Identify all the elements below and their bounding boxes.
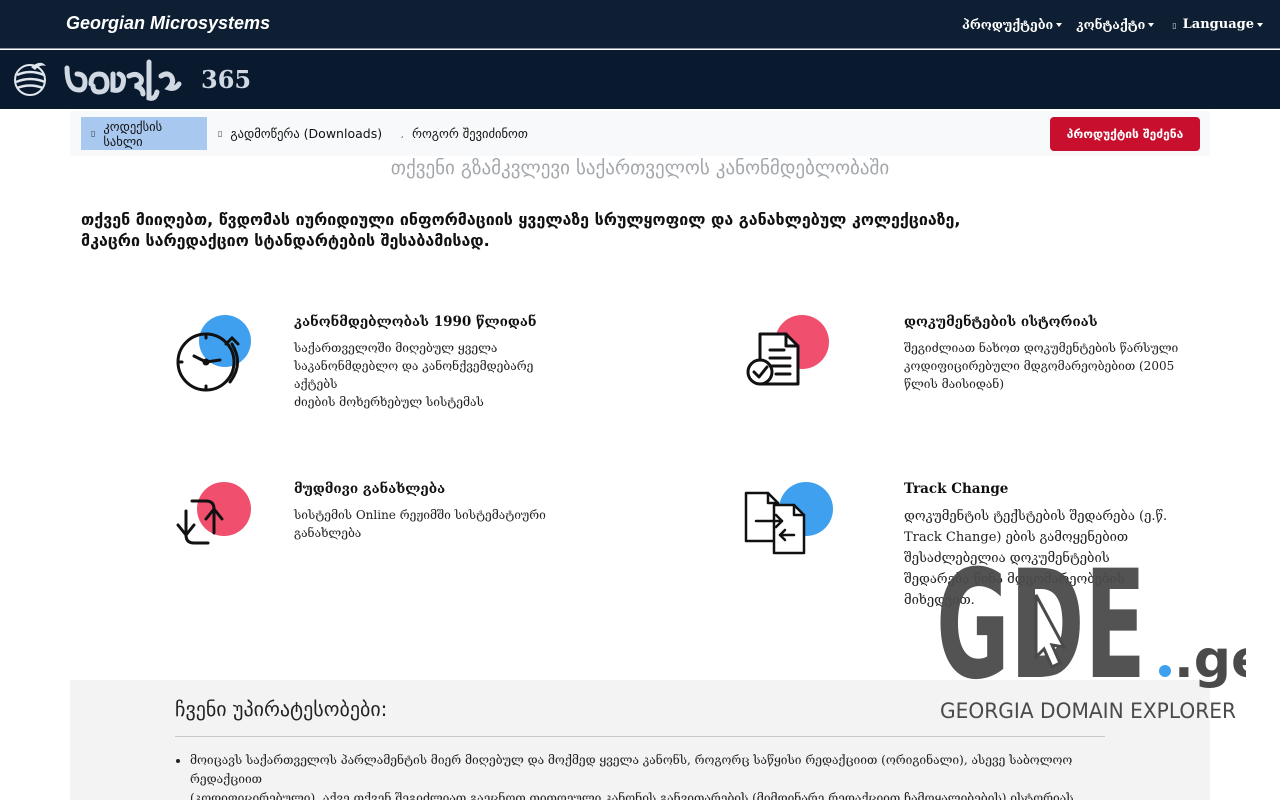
intro-text: თქვენ მიიღებთ, წვდომას იურიდიული ინფორმა… — [81, 209, 1081, 251]
kodex-365-label: 365 — [201, 65, 252, 94]
subnav-item-home[interactable]: ▯ კოდექსის სახლი — [81, 117, 207, 150]
home-icon: ▯ — [91, 129, 96, 138]
feature-title: კანონმდებლობას 1990 წლიდან — [294, 314, 537, 330]
document-check-icon — [746, 332, 800, 386]
feature-description-line: ძიების მოხერხებულ სისტემას — [294, 395, 484, 409]
list-item-line: მოიცავს საქართველოს პარლამენტის მიერ მიღ… — [190, 753, 1073, 786]
logo-band: 365 — [0, 50, 1280, 109]
top-navbar: Georgian Microsystems პროდუქტები კონტაქტ… — [0, 0, 1280, 49]
caret-down-icon — [1257, 22, 1263, 27]
kodex-wordmark-logo[interactable] — [63, 54, 187, 104]
feature-description-line: კოდიფიცირებული მდგომარეობებით (2005 — [904, 359, 1175, 373]
feature-description: შეგიძლიათ ნახოთ დოკუმენტების წარსული კოდ… — [904, 339, 1184, 393]
feature-description-line: წლის მაისიდან) — [904, 377, 1005, 391]
sync-arrows-icon — [176, 499, 224, 545]
intro-line: მკაცრი სარედაქციო სტანდარტების შესაბამის… — [81, 231, 490, 250]
question-icon: ¸ — [400, 129, 404, 138]
feature-description-line: საკანონმდებლო და კანონქვემდებარე — [294, 359, 534, 373]
feature-description-line: სისტემის Online რეჟიმში სისტემატიური — [294, 508, 546, 522]
list-item-line: (კოდიფიცირებული). აქვე თქვენ შეგიძლიათ გ… — [190, 791, 1078, 800]
document-compare-icon — [744, 491, 806, 555]
feature-description: საქართველოში მიღებულ ყველა საკანონმდებლო… — [294, 339, 554, 411]
nav-contact-label: კონტაქტი — [1076, 17, 1146, 32]
gde-watermark-logo: GDE .ge GEORGIA DOMAIN EXPLORER — [936, 555, 1246, 723]
intro-line: თქვენ მიიღებთ, წვდომას იურიდიული ინფორმა… — [81, 210, 961, 229]
kodex-globe-logo-icon[interactable] — [13, 59, 49, 97]
watermark-suffix: .ge — [1174, 630, 1246, 690]
nav-contact-dropdown[interactable]: კონტაქტი — [1076, 17, 1155, 32]
caret-down-icon — [1056, 22, 1063, 27]
advantages-heading: ჩვენი უპირატესობები: — [175, 697, 388, 721]
subnav-item-downloads[interactable]: ▯ გადმოწერა (Downloads) — [218, 117, 382, 150]
brand-name[interactable]: Georgian Microsystems — [66, 13, 270, 34]
watermark-subtitle: GEORGIA DOMAIN EXPLORER — [940, 699, 1236, 723]
feature-title: დოკუმენტების ისტორიას — [904, 314, 1098, 330]
sub-navbar: ▯ კოდექსის სახლი ▯ გადმოწერა (Downloads)… — [70, 111, 1210, 156]
nav-products-dropdown[interactable]: პროდუქტები — [962, 17, 1063, 32]
divider — [175, 736, 1105, 737]
download-icon: ▯ — [218, 129, 223, 138]
subnav-item-label: როგორ შევიძინოთ — [412, 126, 528, 141]
list-item: მოიცავს საქართველოს პარლამენტის მიერ მიღ… — [190, 751, 1110, 800]
subnav-item-label: კოდექსის სახლი — [103, 118, 163, 149]
feature-description-line: Track Change) ების გამოყენებით — [904, 530, 1129, 545]
feature-description: სისტემის Online რეჟიმში სისტემატიური გან… — [294, 506, 574, 542]
subnav-item-label: გადმოწერა (Downloads) — [230, 126, 383, 141]
globe-icon: ▯ — [1172, 19, 1177, 30]
buy-product-button[interactable]: პროდუქტის შეძენა — [1050, 117, 1200, 151]
caret-down-icon — [1148, 22, 1155, 27]
page-tagline: თქვენი გზამკვლევი საქართველოს კანონმდებლ… — [390, 157, 890, 179]
top-nav-menu: პროდუქტები კონტაქტი ▯ Language — [962, 0, 1280, 49]
feature-description-line: აქტებს — [294, 377, 338, 391]
advantages-list: მოიცავს საქართველოს პარლამენტის მიერ მიღ… — [190, 751, 1110, 800]
feature-description-line: განახლება — [294, 526, 362, 540]
clock-refresh-icon — [176, 332, 240, 392]
nav-products-label: პროდუქტები — [962, 17, 1054, 32]
language-dropdown[interactable]: ▯ Language — [1172, 17, 1263, 32]
feature-title: მუდმივი განახლება — [294, 481, 446, 497]
feature-description-line: დოკუმენტის ტექსტების შედარება (ე.წ. — [904, 509, 1168, 524]
subnav-item-how-to-buy[interactable]: ¸ როგორ შევიძინოთ — [400, 117, 528, 150]
feature-description-line: საქართველოში მიღებულ ყველა — [294, 341, 498, 355]
feature-description-line: შეგიძლიათ ნახოთ დოკუმენტების წარსული — [904, 341, 1179, 355]
language-label: Language — [1182, 17, 1254, 32]
feature-title: Track Change — [904, 481, 1009, 497]
